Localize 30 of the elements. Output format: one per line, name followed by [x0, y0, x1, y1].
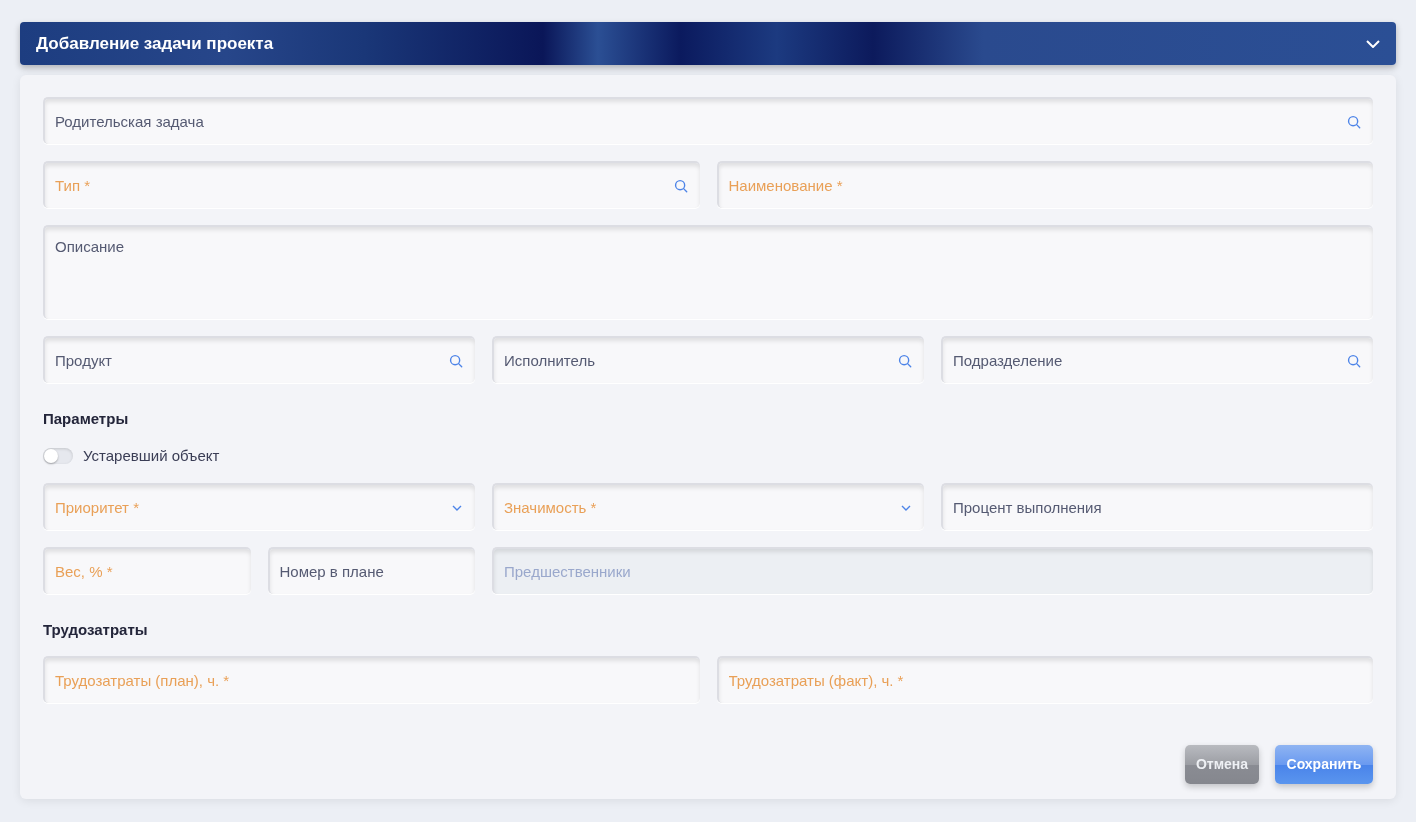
- chevron-icon[interactable]: [1366, 39, 1380, 48]
- chevron-down-icon[interactable]: [901, 505, 911, 511]
- dropdown-field[interactable]: Значимость *: [492, 483, 924, 530]
- panel-title: Добавление задачи проекта: [36, 32, 274, 55]
- panel-header[interactable]: Добавление задачи проекта: [20, 22, 1396, 65]
- search-field[interactable]: Тип *: [43, 161, 700, 208]
- search-icon[interactable]: [898, 354, 912, 368]
- save-button[interactable]: Сохранить: [1275, 744, 1373, 784]
- search-icon[interactable]: [1347, 115, 1361, 129]
- search-field[interactable]: Продукт: [43, 336, 475, 383]
- description-field[interactable]: Описание: [43, 225, 1373, 319]
- input-field[interactable]: Процент выполнения: [941, 483, 1373, 530]
- section-heading: Трудозатраты: [43, 620, 149, 640]
- search-field[interactable]: Исполнитель: [492, 336, 924, 383]
- search-icon[interactable]: [673, 179, 688, 193]
- toggle-label: Устаревший объект: [83, 445, 220, 466]
- search-icon[interactable]: [449, 354, 463, 368]
- search-field[interactable]: Подразделение: [941, 336, 1373, 383]
- chevron-down-icon[interactable]: [452, 505, 462, 511]
- input-field[interactable]: Номер в плане: [267, 547, 475, 594]
- search-icon[interactable]: [1347, 354, 1361, 368]
- input-field[interactable]: Наименование *: [716, 161, 1373, 208]
- input-field[interactable]: Вес, % *: [43, 547, 251, 594]
- cancel-button[interactable]: Отмена: [1185, 744, 1259, 784]
- dropdown-field[interactable]: Приоритет *: [43, 483, 475, 530]
- section-heading: Параметры: [43, 409, 130, 429]
- toggle-switch[interactable]: [43, 447, 73, 464]
- input-field[interactable]: Трудозатраты (факт), ч. *: [716, 655, 1373, 703]
- input-field[interactable]: Трудозатраты (план), ч. *: [43, 655, 700, 703]
- search-field[interactable]: Родительская задача: [43, 97, 1373, 144]
